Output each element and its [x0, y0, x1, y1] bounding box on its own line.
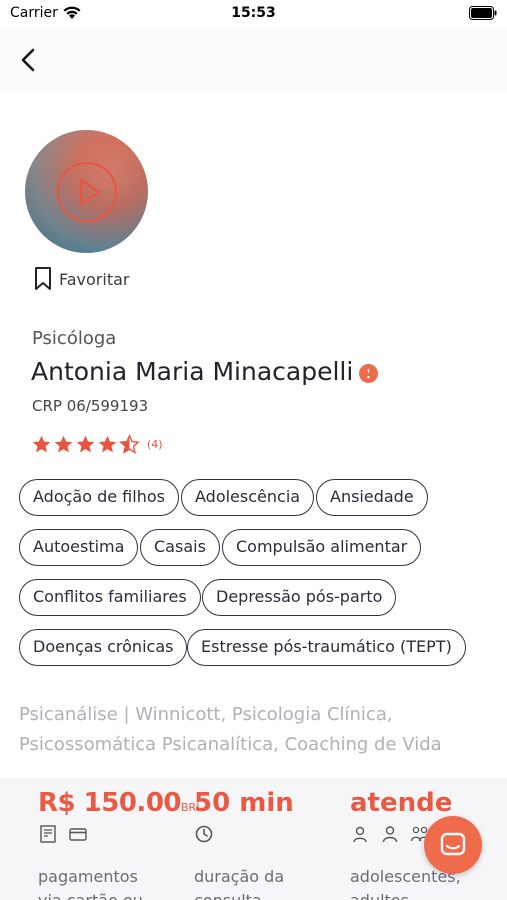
caption-line: pagamentos	[38, 867, 138, 886]
payments-caption: pagamentos via cartão ou	[38, 865, 178, 900]
payment-icons	[38, 824, 98, 844]
tag-chip[interactable]: Adoção de filhos	[19, 479, 179, 516]
rating-count: (4)	[147, 438, 163, 451]
star-icon	[76, 435, 95, 453]
duration-icons	[194, 824, 224, 844]
duration-caption: duração da consulta	[194, 865, 334, 900]
star-icon	[54, 435, 73, 453]
caption-line: duração da	[194, 867, 285, 886]
price-value: R$ 150.00	[38, 788, 182, 818]
approaches-line: Psicossomática Psicanalítica, Coaching d…	[19, 734, 442, 755]
verified-badge-icon	[359, 364, 378, 383]
star-icon	[32, 435, 51, 453]
play-icon[interactable]	[57, 162, 117, 222]
tag-chip[interactable]: Adolescência	[181, 479, 315, 516]
tag-chip[interactable]: Compulsão alimentar	[222, 529, 422, 566]
tag-chip[interactable]: Autoestima	[19, 529, 139, 566]
therapy-approaches: Psicanálise | Winnicott, Psicologia Clín…	[19, 700, 489, 760]
bookmark-icon	[35, 267, 51, 290]
star-half-icon	[119, 434, 140, 454]
chat-button[interactable]	[424, 816, 482, 874]
attends-label: atende	[350, 788, 453, 818]
chat-icon	[440, 832, 466, 856]
adult-icon	[382, 826, 398, 843]
tag-chip[interactable]: Doenças crônicas	[19, 629, 188, 666]
caption-line: adultos	[350, 889, 490, 900]
profile-video-avatar[interactable]	[25, 130, 148, 253]
star-icon	[98, 435, 117, 453]
rating-stars: (4)	[31, 434, 163, 455]
tag-chip[interactable]: Casais	[140, 529, 220, 566]
favorite-label: Favoritar	[59, 269, 130, 289]
boleto-icon	[40, 825, 56, 843]
nav-bar	[0, 28, 507, 92]
tag-chip[interactable]: Ansiedade	[316, 479, 428, 516]
favorite-button[interactable]: Favoritar	[33, 265, 129, 293]
tag-chip[interactable]: Estresse pós-traumático (TEPT)	[187, 629, 466, 666]
chevron-left-icon[interactable]	[14, 44, 44, 76]
profession-label: Psicóloga	[32, 328, 117, 349]
caption-line: via cartão ou	[38, 889, 178, 900]
credit-card-icon	[69, 828, 87, 841]
tag-chip[interactable]: Depressão pós-parto	[202, 579, 397, 616]
clock-icon	[195, 825, 213, 843]
crp-registration: CRP 06/599193	[32, 397, 149, 415]
approaches-line: Psicanálise | Winnicott, Psicologia Clín…	[19, 704, 393, 725]
caption-line: consulta	[194, 889, 334, 900]
tag-chip[interactable]: Conflitos familiares	[19, 579, 201, 616]
price: R$ 150.00BRL	[38, 788, 202, 818]
battery-icon	[469, 6, 497, 20]
session-duration: 50 min	[194, 788, 294, 818]
teen-icon	[353, 826, 367, 843]
professional-name: Antonia Maria Minacapelli	[31, 357, 354, 386]
clock: 15:53	[231, 5, 276, 21]
status-bar: Carrier 15:53	[0, 0, 507, 28]
